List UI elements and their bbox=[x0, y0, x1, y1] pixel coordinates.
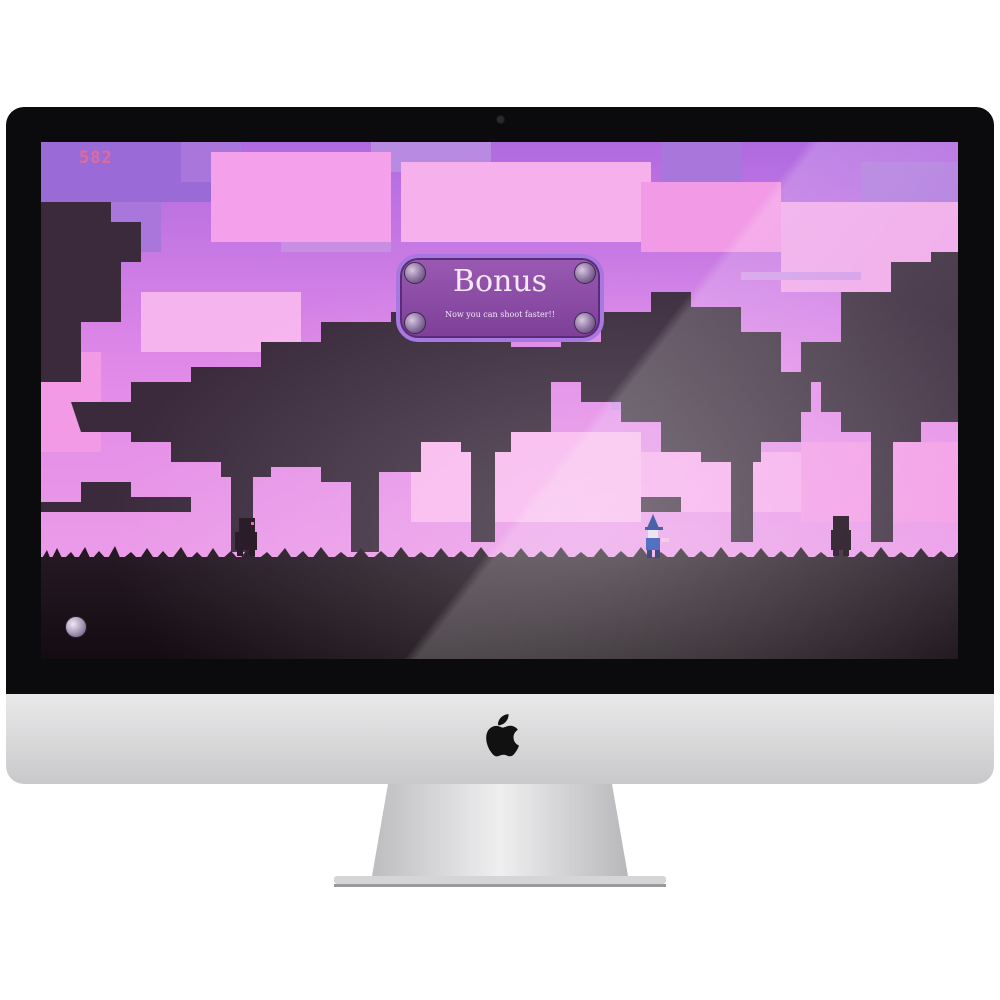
monitor-stand bbox=[334, 784, 666, 887]
apple-logo-icon bbox=[486, 714, 519, 757]
bonus-popup: Bonus Now you can shoot faster!! bbox=[396, 254, 604, 342]
score-counter: 582 bbox=[79, 148, 113, 168]
game-screen[interactable]: 582 Bonus Now you can shoot faster!! bbox=[41, 142, 958, 659]
enemy-right bbox=[831, 516, 851, 556]
game-scene bbox=[41, 142, 958, 659]
bonus-message: Now you can shoot faster!! bbox=[445, 310, 555, 319]
orb-icon bbox=[65, 616, 87, 638]
camera-dot bbox=[497, 116, 504, 123]
bonus-title: Bonus bbox=[452, 264, 548, 299]
